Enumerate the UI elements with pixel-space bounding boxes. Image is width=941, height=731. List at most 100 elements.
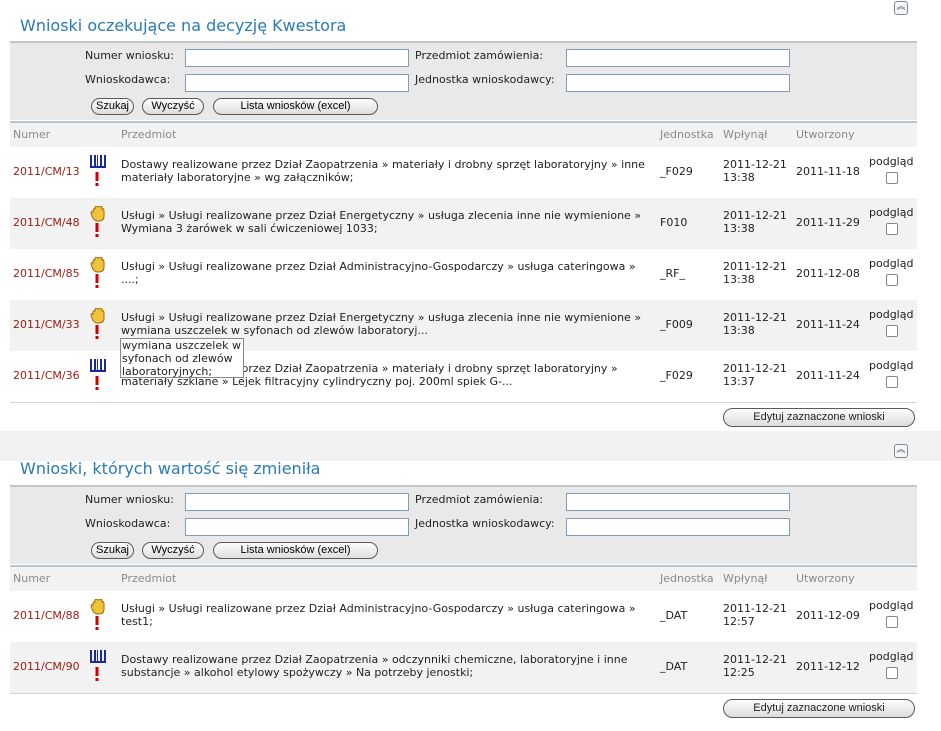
table-row: 2011/CM/88 Usługi » Usługi realizowane p… [10,591,917,642]
preview-link[interactable]: podgląd [869,359,913,372]
hand-icon [90,206,105,237]
request-number-link[interactable]: 2011/CM/13 [13,165,80,178]
collapse-icon[interactable]: ︽ [894,444,908,458]
table-header: Numer Przedmiot Jednostka Wpłynął Utworz… [10,121,917,147]
created-date: 2011-12-09 [796,609,860,622]
table-header: Numer Przedmiot Jednostka Wpłynął Utworz… [10,565,917,591]
select-checkbox[interactable] [886,667,898,679]
subject-text: Usługi » Usługi realizowane przez Dział … [121,260,636,286]
select-checkbox[interactable] [886,616,898,628]
subject-text: Usługi » Usługi realizowane przez Dział … [121,311,642,337]
filter-form: Numer wniosku: Przedmiot zamówienia: Wni… [10,485,917,564]
select-checkbox[interactable] [886,223,898,235]
col-wplynal[interactable]: Wpłynął [723,128,767,141]
col-jednostka[interactable]: Jednostka [660,128,714,141]
request-number-link[interactable]: 2011/CM/88 [13,609,80,622]
unit-text: _F009 [660,318,693,331]
hand-icon [90,599,105,630]
barcode-icon [90,155,106,186]
preview-link[interactable]: podgląd [869,599,913,612]
unit-text: _DAT [660,660,688,673]
wnioskodawca-label: Wnioskodawca: [85,73,171,86]
table-row: 2011/CM/90 Dostawy realizowane przez Dzi… [10,642,917,693]
hand-icon [90,308,105,339]
subject-text: Dostawy realizowane przez Dział Zaopatrz… [121,653,628,679]
col-utworzony[interactable]: Utworzony [796,572,855,585]
jednostka-input[interactable] [566,518,790,536]
excel-export-button[interactable]: Lista wniosków (excel) [213,98,378,115]
clear-button[interactable]: Wyczyść [142,98,204,115]
numer-label: Numer wniosku: [85,49,174,62]
przedmiot-input[interactable] [566,493,790,511]
received-date: 2011-12-21 12:25 [723,653,787,679]
table-row: 2011/CM/85 Usługi » Usługi realizowane p… [10,249,917,300]
subject-text: Usługi » Usługi realizowane przez Dział … [121,209,642,235]
unit-text: _RF_ [660,267,685,280]
received-date: 2011-12-21 13:38 [723,209,787,235]
search-button[interactable]: Szukaj [91,98,134,115]
created-date: 2011-12-12 [796,660,860,673]
przedmiot-label: Przedmiot zamówienia: [415,49,544,62]
select-checkbox[interactable] [886,274,898,286]
table-divider [10,693,917,694]
table-divider [10,402,917,403]
preview-link[interactable]: podgląd [869,206,913,219]
przedmiot-label: Przedmiot zamówienia: [415,493,544,506]
select-checkbox[interactable] [886,376,898,388]
col-utworzony[interactable]: Utworzony [796,128,855,141]
wnioskodawca-input[interactable] [185,518,409,536]
unit-text: F010 [660,216,688,229]
jednostka-label: Jednostka wnioskodawcy: [415,517,555,530]
filter-form: Numer wniosku: Przedmiot zamówienia: Wni… [10,41,917,120]
unit-text: _DAT [660,609,688,622]
created-date: 2011-11-18 [796,165,860,178]
request-number-link[interactable]: 2011/CM/33 [13,318,80,331]
collapse-icon[interactable]: ︽ [894,1,908,15]
numer-label: Numer wniosku: [85,493,174,506]
preview-link[interactable]: podgląd [869,650,913,663]
col-przedmiot[interactable]: Przedmiot [121,128,176,141]
jednostka-input[interactable] [566,74,790,92]
col-jednostka[interactable]: Jednostka [660,572,714,585]
created-date: 2011-11-29 [796,216,860,229]
received-date: 2011-12-21 13:38 [723,311,787,337]
preview-link[interactable]: podgląd [869,308,913,321]
col-numer[interactable]: Numer [13,128,50,141]
edit-selected-button[interactable]: Edytuj zaznaczone wnioski [723,408,915,427]
select-checkbox[interactable] [886,172,898,184]
panel-title: Wnioski oczekujące na decyzję Kwestora [20,16,347,35]
subject-text: Dostawy realizowane przez Dział Zaopatrz… [121,158,645,184]
wnioskodawca-label: Wnioskodawca: [85,517,171,530]
created-date: 2011-11-24 [796,318,860,331]
request-number-link[interactable]: 2011/CM/48 [13,216,80,229]
subject-tooltip: wymiana uszczelek w syfonach od zlewów l… [120,338,244,378]
received-date: 2011-12-21 13:38 [723,260,787,286]
edit-selected-button[interactable]: Edytuj zaznaczone wnioski [723,699,915,718]
barcode-icon [90,359,106,390]
subject-text: Usługi » Usługi realizowane przez Dział … [121,602,636,628]
select-checkbox[interactable] [886,325,898,337]
przedmiot-input[interactable] [566,49,790,67]
request-number-link[interactable]: 2011/CM/85 [13,267,80,280]
received-date: 2011-12-21 12:57 [723,602,787,628]
numer-input[interactable] [185,493,409,511]
panel-title: Wnioski, których wartość się zmieniła [20,459,321,478]
received-date: 2011-12-21 13:37 [723,362,787,388]
wnioskodawca-input[interactable] [185,74,409,92]
col-przedmiot[interactable]: Przedmiot [121,572,176,585]
clear-button[interactable]: Wyczyść [142,542,204,559]
col-numer[interactable]: Numer [13,572,50,585]
request-number-link[interactable]: 2011/CM/36 [13,369,80,382]
numer-input[interactable] [185,49,409,67]
search-button[interactable]: Szukaj [91,542,134,559]
excel-export-button[interactable]: Lista wniosków (excel) [213,542,378,559]
preview-link[interactable]: podgląd [869,155,913,168]
col-wplynal[interactable]: Wpłynął [723,572,767,585]
table-row: 2011/CM/48 Usługi » Usługi realizowane p… [10,198,917,249]
received-date: 2011-12-21 13:38 [723,158,787,184]
request-number-link[interactable]: 2011/CM/90 [13,660,80,673]
created-date: 2011-11-24 [796,369,860,382]
jednostka-label: Jednostka wnioskodawcy: [415,73,555,86]
unit-text: _F029 [660,165,693,178]
preview-link[interactable]: podgląd [869,257,913,270]
